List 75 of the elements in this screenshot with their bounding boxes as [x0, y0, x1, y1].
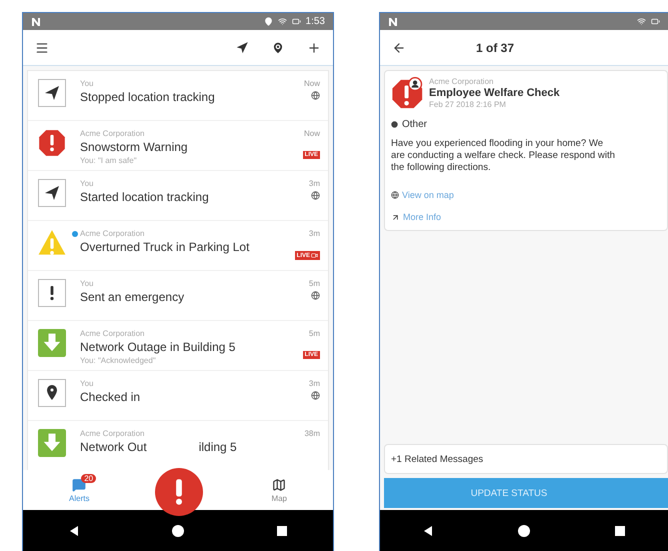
check-in-button[interactable] [271, 40, 285, 54]
wifi-icon [637, 17, 646, 26]
page-title: 1 of 37 [476, 40, 514, 54]
alert-title: Overturned Truck in Parking Lot [80, 240, 250, 254]
globe-icon [311, 391, 320, 400]
nav-tab[interactable]: 20 Alerts [63, 470, 96, 510]
globe-icon [311, 291, 320, 300]
alert-source: Acme Corporation [80, 329, 146, 338]
alert-time: Now [304, 79, 320, 88]
location-tracking-button[interactable] [235, 40, 249, 54]
map-icon [272, 478, 286, 492]
alert-time: 5m [308, 279, 320, 288]
map-pin-icon [38, 379, 66, 407]
alert-row[interactable]: You Sent an emergency 5m [28, 271, 328, 321]
exclamation-icon [176, 479, 182, 505]
back-nav-button[interactable] [69, 526, 80, 536]
recents-nav-button[interactable] [276, 526, 287, 536]
count-badge: 20 [81, 474, 96, 482]
alert-reply: You: "Acknowledged" [80, 356, 157, 365]
message-title: Employee Welfare Check [429, 87, 560, 99]
alert-row[interactable]: You Stopped location tracking Now [28, 71, 328, 121]
alert-title: Network Out [80, 440, 147, 454]
notification-icon [31, 16, 41, 26]
alert-title: Network Outage in Building 5 [80, 340, 236, 354]
message-category: Other [402, 119, 428, 130]
alert-source: Acme Corporation [80, 129, 146, 138]
home-nav-button[interactable] [172, 524, 184, 536]
status-time: 1:53 [306, 16, 325, 27]
alert-time: 38m [304, 429, 320, 438]
alert-source: You [80, 179, 94, 188]
add-button[interactable] [307, 40, 321, 54]
back-nav-button[interactable] [422, 526, 433, 536]
alert-source: Acme Corporation [80, 429, 146, 438]
alert-source: Acme Corporation [80, 229, 146, 238]
battery-icon [651, 17, 660, 26]
message-date: Feb 27 2018 2:16 PM [429, 100, 507, 109]
alert-time: 3m [308, 179, 320, 188]
wifi-icon [278, 17, 287, 26]
alert-title: Sent an emergency [80, 290, 186, 304]
alert-time: 3m [308, 379, 320, 388]
menu-button[interactable] [35, 40, 49, 54]
alert-row[interactable]: You Checked in 3m [28, 371, 328, 421]
alert-time: Now [304, 129, 320, 138]
message-body: Have you experienced flooding in your home? We are conducting a welfare check. Please respond with the following directions. [391, 138, 616, 174]
chat-icon [72, 478, 86, 492]
notification-icon [388, 16, 398, 26]
globe-icon [311, 191, 320, 200]
home-nav-button[interactable] [518, 524, 530, 536]
category-icon [391, 121, 398, 128]
external-link-icon [391, 212, 400, 222]
octagon-alert-icon [391, 77, 425, 111]
related-messages-button[interactable]: +1 Related Messages [384, 444, 668, 474]
alert-title: Stopped location tracking [80, 90, 216, 104]
message-source: Acme Corporation [429, 77, 494, 86]
alert-row[interactable]: You Started location tracking 3m [28, 171, 328, 221]
alert-title: Checked in [80, 390, 142, 404]
exclamation-icon [38, 279, 66, 307]
warning-triangle-icon [38, 229, 66, 257]
alert-title: Started location tracking [80, 190, 210, 204]
alert-source: You [80, 379, 94, 388]
alert-source: You [80, 79, 94, 88]
octagon-alert-icon [38, 129, 66, 157]
alert-time: 5m [308, 329, 320, 338]
alert-title: ilding 5 [198, 440, 237, 454]
back-button[interactable] [392, 40, 406, 54]
nav-tab[interactable]: Map [265, 470, 293, 510]
globe-icon [311, 91, 320, 100]
alert-reply: You: "I am safe" [80, 156, 138, 165]
battery-icon [292, 17, 301, 26]
alert-time: 3m [308, 229, 320, 238]
alert-source: You [80, 279, 94, 288]
globe-icon [391, 191, 399, 199]
location-icon [264, 17, 273, 26]
recents-nav-button[interactable] [615, 526, 626, 536]
alert-title: Snowstorm Warning [80, 140, 189, 154]
